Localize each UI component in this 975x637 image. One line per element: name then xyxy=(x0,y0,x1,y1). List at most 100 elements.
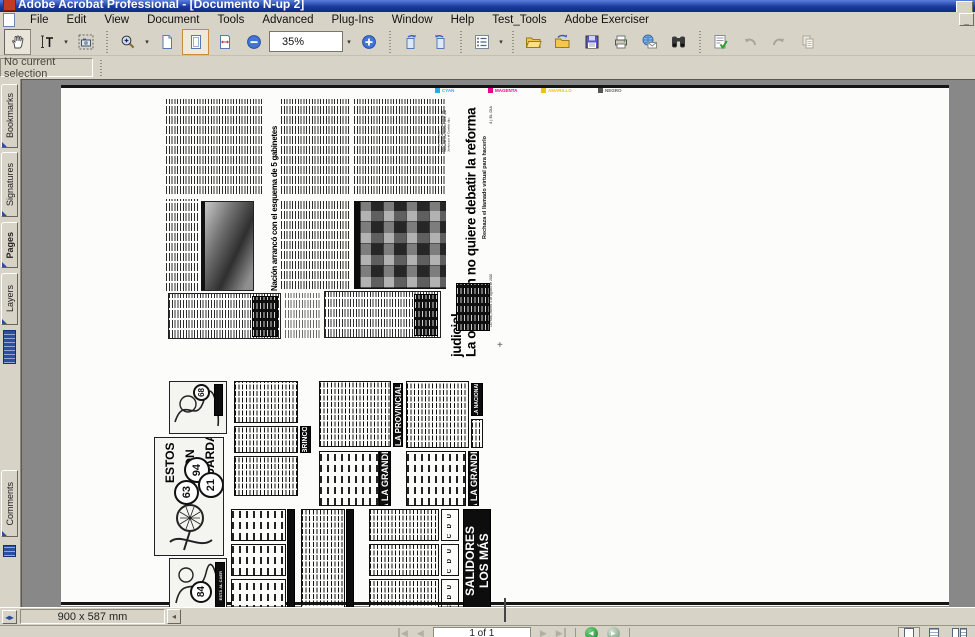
facing-layout-button[interactable] xyxy=(948,627,970,637)
undo-button[interactable] xyxy=(736,29,763,55)
fit-page-button[interactable] xyxy=(182,29,209,55)
np2-results-table xyxy=(319,381,391,447)
page-number-field[interactable]: 1 of 1 xyxy=(433,627,531,637)
tab-pages[interactable]: Pages xyxy=(1,222,18,268)
minimize-button[interactable]: _ xyxy=(956,1,973,12)
cyan-swatch-icon xyxy=(435,88,440,93)
regmark-magenta: MAGENTA xyxy=(488,88,517,93)
zoom-tool-dropdown[interactable]: ▾ xyxy=(142,30,152,54)
tab-signatures[interactable]: Signatures xyxy=(1,152,18,217)
fit-page-icon xyxy=(188,34,204,50)
next-view-button[interactable]: ▶ xyxy=(607,627,620,637)
np2-cdu-table xyxy=(369,544,439,576)
np2-cartoon-bottom: ESTÁ AL CAER 84 xyxy=(169,558,227,613)
np2-side-bar xyxy=(346,509,354,613)
fit-width-page-icon xyxy=(217,34,233,50)
next-page-button[interactable]: ▶ xyxy=(540,628,547,637)
menu-tools[interactable]: Tools xyxy=(209,13,254,27)
organizer-button[interactable] xyxy=(549,29,576,55)
np2-results-table xyxy=(234,456,298,496)
selection-bar-grip[interactable] xyxy=(98,59,104,76)
scroll-left-arrow[interactable]: ◂ xyxy=(167,609,181,624)
single-page-layout-button[interactable] xyxy=(898,627,920,637)
rotate-clockwise-button[interactable] xyxy=(397,29,424,55)
menu-window[interactable]: Window xyxy=(383,13,442,27)
np2-results-table xyxy=(406,381,469,448)
zoom-in-button[interactable] xyxy=(355,29,382,55)
menu-adobe-exerciser[interactable]: Adobe Exerciser xyxy=(556,13,658,27)
np1-news-photo xyxy=(201,201,254,291)
open-folder-icon xyxy=(525,34,542,50)
text-select-dropdown[interactable]: ▾ xyxy=(61,30,71,54)
zoom-in-icon xyxy=(361,34,377,50)
menu-file[interactable]: File xyxy=(21,13,58,27)
snapshot-tool-button[interactable] xyxy=(72,29,99,55)
facing-lines-icon xyxy=(960,628,967,637)
np1-text-columns xyxy=(354,99,446,194)
open-button[interactable] xyxy=(520,29,547,55)
previous-view-button[interactable]: ◀ xyxy=(585,627,598,637)
text-select-tool-button[interactable] xyxy=(33,29,60,55)
last-page-button[interactable]: ▶ xyxy=(556,628,566,637)
np2-salidores-bar: LOS MÁS SALIDORES xyxy=(463,509,491,613)
regmark-cyan: CYAN xyxy=(435,88,454,93)
pane-splitter-button[interactable]: ◂▸ xyxy=(2,610,17,624)
search-button[interactable] xyxy=(665,29,692,55)
first-page-button[interactable]: ◀ xyxy=(398,628,408,637)
menu-plugins[interactable]: Plug-Ins xyxy=(323,13,383,27)
previous-page-button[interactable]: ◀ xyxy=(417,628,424,637)
toolbar-grip[interactable] xyxy=(509,31,516,53)
single-page-icon xyxy=(904,628,914,637)
fit-width-button[interactable] xyxy=(211,29,238,55)
copy-button[interactable] xyxy=(794,29,821,55)
save-button[interactable] xyxy=(578,29,605,55)
email-button[interactable] xyxy=(636,29,663,55)
numbered-list-dropdown[interactable]: ▾ xyxy=(496,30,506,54)
menu-advanced[interactable]: Advanced xyxy=(253,13,322,27)
zoom-level-combo[interactable]: 35% xyxy=(269,31,343,52)
redo-button[interactable] xyxy=(765,29,792,55)
menu-view[interactable]: View xyxy=(95,13,138,27)
tab-comments[interactable]: Comments xyxy=(1,470,18,537)
menu-edit[interactable]: Edit xyxy=(58,13,96,27)
spellcheck-button[interactable] xyxy=(707,29,734,55)
rotate-counterclockwise-button[interactable] xyxy=(426,29,453,55)
snapshot-camera-icon xyxy=(78,34,94,50)
regmark-yellow: AMARILLO xyxy=(541,88,572,93)
menu-document[interactable]: Document xyxy=(138,13,208,27)
np2-results-table xyxy=(301,509,345,613)
lucky-number-circle: 63 xyxy=(174,480,199,505)
document-window-icon[interactable] xyxy=(3,13,15,27)
zoom-level-dropdown[interactable]: ▾ xyxy=(344,30,354,54)
selection-status: No current selection xyxy=(0,58,93,77)
undo-arrow-icon xyxy=(742,34,758,50)
racket-cartoon-icon xyxy=(160,502,220,554)
tab-layers[interactable]: Layers xyxy=(1,273,18,325)
tab-strip-handle-bottom[interactable] xyxy=(3,545,16,557)
regmark-black: NEGRO xyxy=(598,88,622,93)
menu-help[interactable]: Help xyxy=(442,13,484,27)
actual-size-button[interactable] xyxy=(153,29,180,55)
lucky-number-circle: 21 xyxy=(198,472,224,498)
hand-tool-button[interactable] xyxy=(4,29,31,55)
np2-provincial-bar: LA PROVINCIAL xyxy=(393,383,403,447)
continuous-layout-button[interactable] xyxy=(923,627,945,637)
toolbar-grip[interactable] xyxy=(696,31,703,53)
tab-bookmarks[interactable]: Bookmarks xyxy=(1,84,18,148)
toolbar-grip[interactable] xyxy=(386,31,393,53)
tab-strip-handle[interactable] xyxy=(3,330,16,364)
zoom-out-button[interactable] xyxy=(240,29,267,55)
window-titlebar[interactable]: Adobe Acrobat Professional - [Documento … xyxy=(0,0,975,12)
child-minimize-button[interactable]: _ xyxy=(959,13,974,26)
zoom-tool-button[interactable] xyxy=(114,29,141,55)
page-size-indicator: 900 x 587 mm xyxy=(20,609,165,624)
spellcheck-icon xyxy=(713,34,729,50)
window-title: Adobe Acrobat Professional - [Documento … xyxy=(18,0,304,11)
np1-secondary-headline: Nación arrancó con el esquema de 5 gabin… xyxy=(266,103,279,291)
print-button[interactable] xyxy=(607,29,634,55)
toolbar-grip[interactable] xyxy=(103,31,110,53)
numbered-list-button[interactable] xyxy=(468,29,495,55)
toolbar-grip[interactable] xyxy=(457,31,464,53)
menu-test-tools[interactable]: Test_Tools xyxy=(483,13,555,27)
np2-caption-bar: ESTÁ AL CAER xyxy=(215,562,225,610)
